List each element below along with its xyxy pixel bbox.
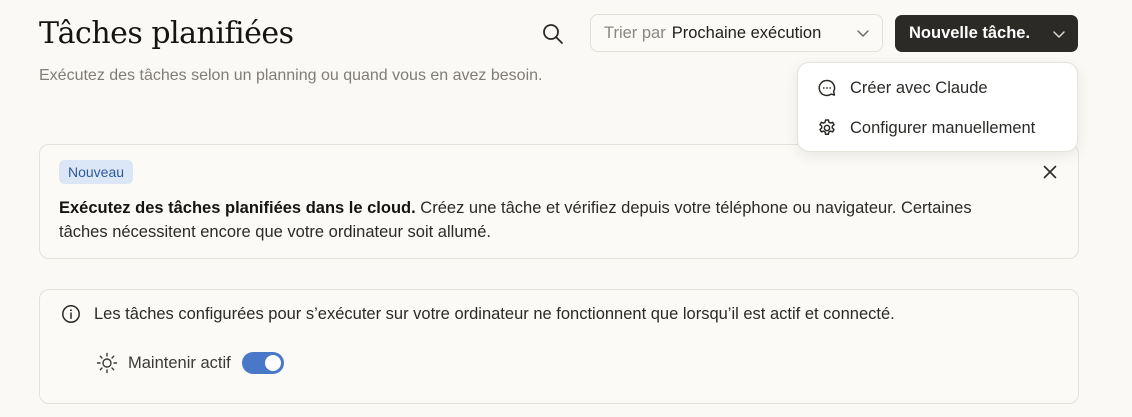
toggle-knob <box>264 355 281 371</box>
menu-item-configure-manually[interactable]: Configurer manuellement <box>798 110 1077 146</box>
search-icon <box>543 24 563 44</box>
info-message: Les tâches configurées pour s’exécuter s… <box>94 304 895 323</box>
close-button[interactable] <box>1040 162 1060 182</box>
info-icon <box>61 304 81 324</box>
menu-item-label: Créer avec Claude <box>850 78 988 97</box>
cloud-announcement-card: Nouveau Exécutez des tâches planifiées d… <box>39 144 1079 259</box>
sun-icon <box>96 352 118 374</box>
close-icon <box>1043 165 1057 179</box>
gear-icon <box>816 117 838 139</box>
keep-active-row: Maintenir actif <box>96 352 284 374</box>
search-button[interactable] <box>537 18 569 50</box>
local-tasks-info-card: Les tâches configurées pour s’exécuter s… <box>39 289 1079 404</box>
sort-select[interactable]: Trier par Prochaine exécution <box>590 14 883 52</box>
new-badge: Nouveau <box>59 160 134 184</box>
new-task-label: Nouvelle tâche. <box>909 24 1031 42</box>
scheduled-tasks-page: Tâches planifiées Exécutez des tâches se… <box>0 0 1132 417</box>
page-title: Tâches planifiées <box>39 16 294 51</box>
chevron-down-icon <box>856 26 870 40</box>
keep-active-label: Maintenir actif <box>128 353 231 372</box>
info-row: Les tâches configurées pour s’exécuter s… <box>61 304 895 324</box>
page-subtitle: Exécutez des tâches selon un planning ou… <box>39 67 543 84</box>
announcement-bold-text: Exécutez des tâches planifiées dans le c… <box>59 199 416 217</box>
chevron-down-icon <box>1052 27 1066 41</box>
menu-item-create-with-claude[interactable]: Créer avec Claude <box>798 70 1077 106</box>
announcement-text: Exécutez des tâches planifiées dans le c… <box>59 196 1019 244</box>
keep-active-toggle[interactable] <box>241 352 284 374</box>
chat-bubble-icon <box>816 77 838 99</box>
menu-item-label: Configurer manuellement <box>850 118 1036 137</box>
sort-label: Trier par <box>604 23 666 42</box>
new-task-dropdown: Créer avec Claude Configurer manuellemen… <box>797 62 1078 152</box>
new-task-button[interactable]: Nouvelle tâche. <box>895 15 1078 52</box>
sort-value: Prochaine exécution <box>671 23 822 42</box>
